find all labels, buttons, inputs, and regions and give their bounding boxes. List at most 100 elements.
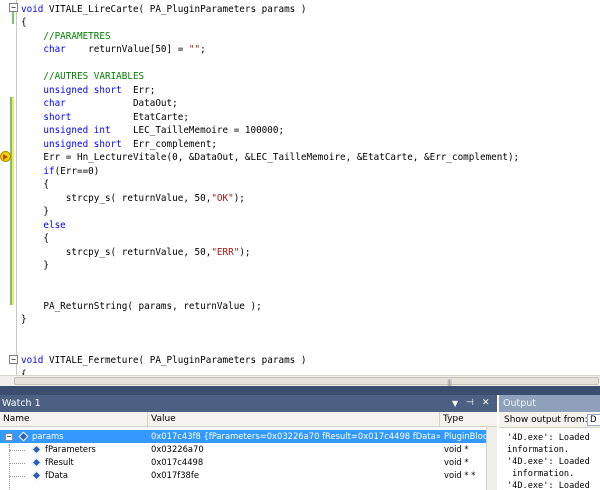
watch-title-bar: Watch 1 ▼ ⊣ ✕ [0, 395, 497, 412]
code-line[interactable]: { [21, 368, 27, 375]
code-line[interactable]: //PARAMETRES [21, 30, 111, 44]
watch-row-value[interactable]: 0x017c4498 [150, 456, 440, 469]
code-line[interactable]: unsigned int LEC_TailleMemoire = 100000; [21, 124, 284, 138]
variable-icon [31, 470, 42, 481]
code-token: ); [239, 246, 251, 258]
column-header-name[interactable]: Name [0, 412, 148, 427]
watch-row[interactable]: fData 0x017f38fe void * * [0, 469, 497, 482]
output-line: '4D.exe': Loaded [507, 433, 590, 443]
code-token: } [21, 206, 49, 218]
watch-column-header: Name Value Type [0, 412, 497, 427]
code-line[interactable]: //AUTRES VARIABLES [21, 70, 144, 84]
watch-row[interactable]: − params 0x017c43f8 {fParameters=0x03226… [0, 430, 497, 443]
code-line[interactable]: unsigned short Err_complement; [21, 138, 217, 152]
code-keyword: short [43, 111, 72, 123]
code-token: DataOut; [65, 98, 178, 110]
code-line[interactable]: if(Err==0) [21, 165, 99, 179]
code-token: } [21, 314, 27, 326]
code-token: VITALE_LireCarte( PA_PluginParameters pa… [43, 3, 307, 15]
code-line[interactable]: } [21, 205, 49, 219]
watch-panel: Watch 1 ▼ ⊣ ✕ Name Value Type − params 0… [0, 395, 497, 490]
code-keyword: if [43, 165, 55, 177]
code-token: VITALE_Fermeture( PA_PluginParameters pa… [43, 355, 307, 367]
code-string: "OK" [211, 192, 234, 204]
show-output-label: Show output from: [504, 415, 588, 425]
column-header-value[interactable]: Value [148, 412, 440, 427]
output-source-select[interactable]: D [587, 414, 600, 426]
change-bar-saved [10, 97, 12, 305]
output-line: information. [507, 445, 570, 455]
watch-vertical-scrollbar[interactable] [486, 427, 497, 490]
code-keyword: unsigned short [43, 84, 122, 96]
code-token: ; [200, 44, 206, 56]
code-editor[interactable]: − − void VITALE_LireCarte( PA_PluginPara… [0, 0, 600, 375]
code-string: "ERR" [211, 246, 240, 258]
variable-icon [31, 444, 42, 455]
code-line[interactable]: strcpy_s( returnValue, 50,"ERR"); [21, 246, 251, 260]
code-line[interactable]: unsigned short Err; [21, 84, 155, 98]
code-token: returnValue[50] = [65, 44, 189, 56]
watch-row-value[interactable]: 0x017c43f8 {fParameters=0x03226a70 fResu… [150, 430, 440, 443]
code-token: EtatCarte; [71, 111, 189, 123]
code-token: Err_complement; [121, 138, 217, 150]
code-string: "" [188, 44, 201, 56]
window-position-dropdown-icon[interactable]: ▼ [452, 395, 458, 412]
code-line[interactable]: short EtatCarte; [21, 111, 189, 125]
fold-collapse-icon[interactable]: − [9, 355, 18, 364]
auto-hide-pin-icon[interactable]: ⊣ [466, 395, 474, 412]
watch-row-name: fResult [45, 457, 74, 467]
watch-row-name: fData [45, 470, 68, 480]
code-line[interactable]: { [21, 178, 49, 192]
code-line[interactable]: char DataOut; [21, 97, 178, 111]
code-line[interactable]: PA_ReturnString( params, returnValue ); [21, 300, 261, 314]
output-line: '4D.exe': Loaded [507, 457, 590, 467]
code-token: LEC_TailleMemoire = 100000; [110, 125, 285, 137]
code-token: } [21, 260, 49, 272]
collapse-toggle-icon[interactable]: − [5, 433, 13, 441]
code-keyword: char [43, 44, 66, 56]
close-icon[interactable]: ✕ [482, 395, 490, 412]
code-line[interactable]: char returnValue[50] = ""; [21, 43, 206, 57]
watch-row-value[interactable]: 0x03226a70 [150, 443, 440, 456]
code-line[interactable]: void VITALE_Fermeture( PA_PluginParamete… [21, 354, 306, 368]
watch-row[interactable]: fResult 0x017c4498 void * [0, 456, 497, 469]
code-token: Err; [121, 84, 156, 96]
code-line[interactable]: Err = Hn_LectureVitale(0, &DataOut, &LEC… [21, 151, 519, 165]
code-keyword: char [43, 98, 66, 110]
code-line[interactable]: { [21, 16, 27, 30]
code-comment: //PARAMETRES [21, 30, 111, 42]
scrollbar-thumb[interactable]: ||| [14, 377, 599, 387]
watch-row-name: fParameters [45, 444, 96, 454]
watch-title: Watch 1 [2, 398, 41, 409]
watch-row[interactable]: fParameters 0x03226a70 void * [0, 443, 497, 456]
code-keyword: unsigned short [43, 138, 122, 150]
code-line[interactable]: } [21, 259, 49, 273]
watch-row-name: params [32, 431, 64, 441]
output-line: '4D.exe': Loaded [507, 481, 590, 490]
output-toolbar: Show output from: D [499, 412, 600, 428]
code-line[interactable]: strcpy_s( returnValue, 50,"OK"); [21, 192, 245, 206]
watch-row-value[interactable]: 0x017f38fe [150, 469, 440, 482]
panel-separator[interactable] [0, 386, 600, 395]
column-header-type[interactable]: Type [440, 412, 497, 427]
code-line[interactable]: else [21, 219, 65, 233]
fold-collapse-icon[interactable]: − [9, 3, 18, 12]
code-token: { [21, 233, 49, 245]
code-line[interactable]: } [21, 313, 27, 327]
code-line[interactable]: void VITALE_LireCarte( PA_PluginParamete… [21, 3, 306, 17]
variable-icon [18, 431, 29, 442]
change-bar-unsaved [12, 97, 14, 305]
output-panel: Output Show output from: D '4D.exe': Loa… [499, 395, 600, 490]
editor-horizontal-scrollbar[interactable]: ||| [0, 375, 600, 387]
output-line: information. [507, 469, 575, 479]
variable-icon [31, 457, 42, 468]
code-line[interactable]: { [21, 232, 49, 246]
